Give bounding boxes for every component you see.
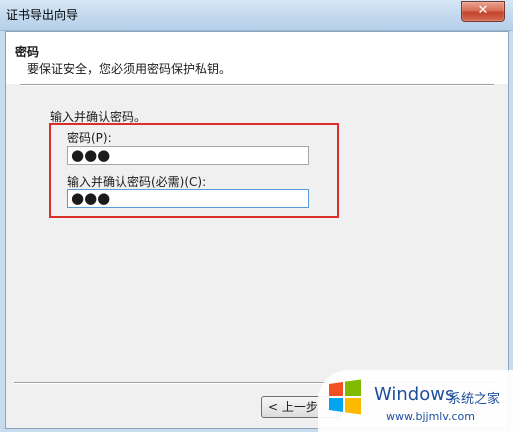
watermark: Windows 系统之家 www.bjjmlv.com <box>318 370 513 432</box>
watermark-url: www.bjjmlv.com <box>386 410 475 423</box>
close-button[interactable]: ✕ <box>461 1 505 22</box>
window-title: 证书导出向导 <box>6 8 79 22</box>
watermark-site-name: 系统之家 <box>448 392 501 407</box>
watermark-brand: Windows <box>374 384 455 405</box>
highlight-box <box>49 123 339 218</box>
wizard-header: 密码 要保证安全，您必须用密码保护私钥。 <box>6 32 508 84</box>
page-title: 密码 <box>15 45 40 59</box>
close-icon: ✕ <box>477 3 489 18</box>
page-description: 要保证安全，您必须用密码保护私钥。 <box>27 62 232 76</box>
header-divider <box>20 84 494 86</box>
title-bar: 证书导出向导 ✕ <box>0 0 513 31</box>
windows-logo-icon <box>329 379 361 415</box>
